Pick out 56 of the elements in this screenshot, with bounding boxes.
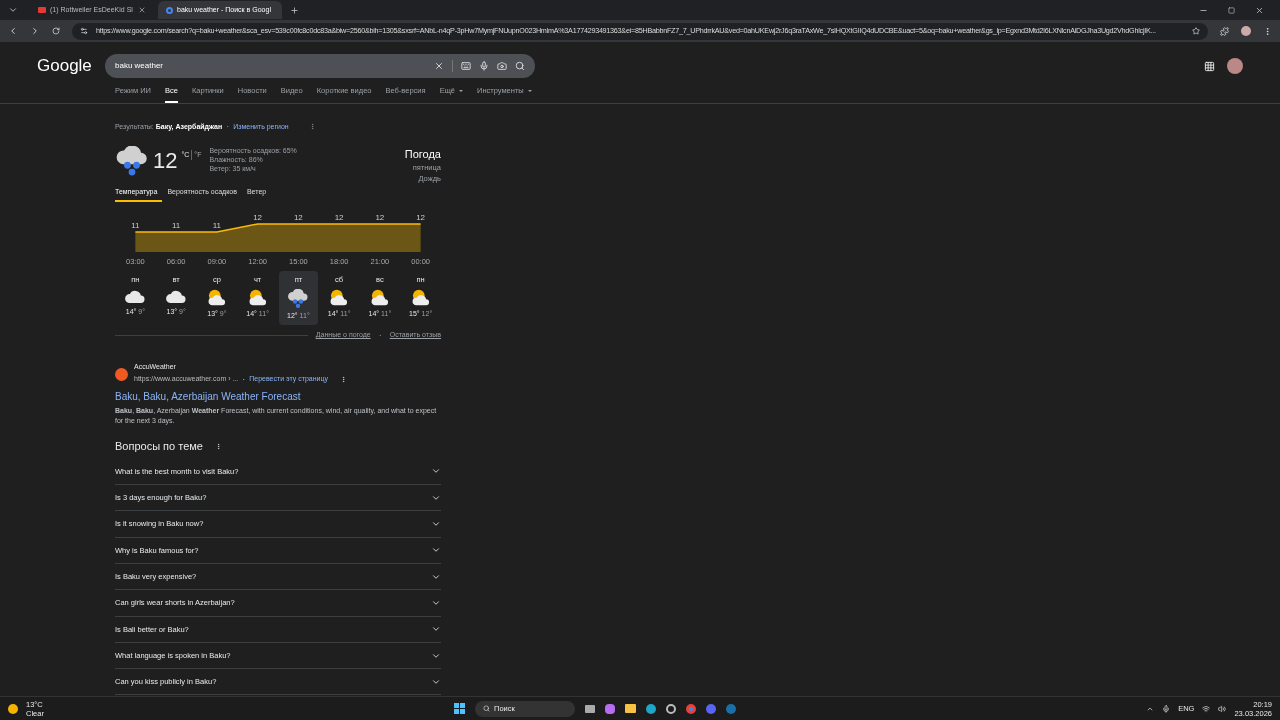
separator-dot: · — [226, 120, 230, 133]
data-label: 11 — [131, 221, 140, 230]
weather-title: Погода — [404, 146, 441, 162]
site-settings-icon[interactable] — [80, 27, 88, 35]
cloud-icon — [124, 288, 147, 304]
forward-icon[interactable] — [30, 26, 40, 36]
separator-dot: · — [378, 328, 382, 342]
cloud-icon — [165, 288, 188, 304]
address-bar[interactable] — [72, 22, 1208, 40]
video-site-icon — [38, 7, 46, 13]
restore-icon[interactable] — [1228, 6, 1235, 14]
close-icon[interactable] — [138, 6, 146, 14]
caret-icon — [527, 89, 532, 92]
data-label: 12 — [375, 213, 385, 222]
close-window-icon[interactable] — [1255, 5, 1264, 15]
camera-icon[interactable] — [497, 61, 507, 71]
task-view-icon[interactable] — [585, 704, 596, 713]
bookmark-icon[interactable] — [1192, 27, 1200, 35]
microphone-icon[interactable] — [479, 61, 489, 71]
search-icon — [483, 705, 491, 712]
rain-cloud-icon — [115, 145, 149, 177]
result-title-link[interactable]: Baku, Baku, Azerbaijan Weather Forecast — [115, 389, 556, 405]
temperature: 12 — [153, 149, 178, 175]
separator-dot: · — [242, 372, 246, 386]
keyboard-icon[interactable] — [461, 61, 471, 71]
data-label: 11 — [212, 221, 222, 230]
start-icon[interactable] — [454, 703, 466, 714]
avatar-icon[interactable] — [1241, 26, 1251, 36]
app-icon[interactable] — [666, 703, 677, 714]
data-label: 12 — [293, 213, 303, 222]
folder-icon[interactable] — [625, 704, 637, 713]
site-icon — [166, 6, 173, 14]
microphone-icon[interactable] — [1162, 704, 1171, 713]
tab-list-icon[interactable] — [8, 5, 18, 15]
network-icon[interactable] — [1202, 704, 1211, 713]
google-logo[interactable]: Google — [37, 53, 105, 79]
search-field[interactable]: baku weather — [105, 54, 535, 78]
back-icon[interactable] — [8, 26, 18, 36]
data-label: 12 — [334, 213, 344, 222]
apps-icon[interactable] — [1204, 60, 1215, 72]
data-label: 12 — [416, 213, 426, 222]
data-label: 12 — [253, 213, 263, 222]
site-logo-icon — [115, 367, 128, 381]
search-icon[interactable] — [515, 61, 525, 71]
menu-icon[interactable] — [1263, 26, 1272, 36]
data-label: 11 — [171, 221, 181, 230]
extensions-icon[interactable] — [1220, 26, 1229, 36]
new-tab-icon[interactable] — [290, 5, 299, 15]
section-heading: Вопросы по теме — [115, 439, 203, 455]
search-query: baku weather — [115, 60, 165, 72]
caret-icon — [459, 89, 463, 92]
volume-icon[interactable] — [1218, 704, 1227, 713]
rain-cloud-icon — [287, 288, 310, 309]
avatar-icon[interactable] — [1227, 58, 1243, 74]
reload-icon[interactable] — [52, 27, 60, 35]
clear-icon[interactable] — [434, 61, 444, 71]
